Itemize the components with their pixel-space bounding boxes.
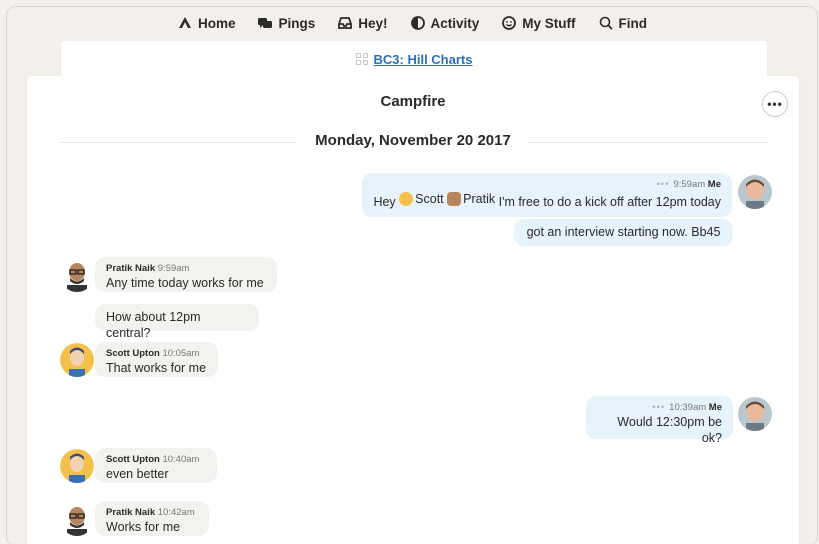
nav-home[interactable]: Home	[177, 15, 236, 31]
nav-find-label: Find	[618, 15, 648, 31]
message-time: 9:59am	[157, 263, 190, 274]
message-meta: Pratik Naik 10:42am	[106, 507, 198, 519]
campfire-card: Campfire ••• Monday, November 20 2017 ••…	[27, 76, 799, 544]
message-text-prefix: Hey	[373, 195, 396, 209]
mention-scott-label: Scott	[415, 192, 444, 206]
pings-icon	[258, 18, 273, 28]
message-text: That works for me	[106, 361, 207, 375]
me-avatar-icon	[738, 175, 772, 209]
nav-hey[interactable]: Hey!	[337, 15, 388, 31]
message-text: How about 12pm central?	[106, 310, 201, 340]
app-window: Home Pings Hey! Activity My Stuff Find B…	[6, 6, 818, 544]
search-icon	[599, 16, 613, 30]
message-mine: ••• 9:59am Me Hey Scott Pratik I'm free t…	[362, 173, 732, 217]
message-author: Me	[707, 179, 721, 190]
message-author[interactable]: Scott Upton	[106, 348, 160, 359]
top-navigation: Home Pings Hey! Activity My Stuff Find	[7, 7, 817, 39]
message-time: 10:40am	[162, 454, 200, 465]
date-label: Monday, November 20 2017	[297, 132, 529, 149]
message-time: 10:42am	[157, 507, 195, 518]
pratik-avatar-icon	[60, 502, 94, 536]
inbox-icon	[338, 17, 353, 29]
mention-pratik-label: Pratik	[463, 192, 496, 206]
message-time: 10:05am	[162, 348, 200, 359]
scott-avatar[interactable]	[60, 343, 94, 377]
message-theirs: Scott Upton 10:40am even better	[95, 448, 217, 483]
home-icon	[178, 17, 191, 28]
nav-hey-label: Hey!	[358, 15, 388, 31]
nav-my-stuff-label: My Stuff	[522, 15, 576, 31]
message-meta: Scott Upton 10:40am	[106, 454, 206, 466]
message-dots-icon[interactable]: •••	[652, 402, 665, 413]
pratik-avatar[interactable]	[60, 258, 94, 292]
nav-activity-label: Activity	[430, 15, 480, 31]
message-text: got an interview starting now. Bb45	[526, 225, 721, 239]
message-meta: ••• 10:39am Me	[597, 402, 722, 414]
me-avatar[interactable]	[738, 397, 772, 431]
message-text-suffix: I'm free to do a kick off after 12pm tod…	[498, 195, 721, 209]
page-title: Campfire	[380, 93, 446, 110]
message-author[interactable]: Scott Upton	[106, 454, 160, 465]
me-avatar[interactable]	[738, 175, 772, 209]
me-avatar-icon	[738, 397, 772, 431]
message-author: Me	[708, 402, 722, 413]
nav-pings-label: Pings	[278, 15, 316, 31]
message-meta: ••• 9:59am Me	[373, 179, 721, 191]
scott-avatar-icon	[399, 192, 414, 206]
message-dots-icon[interactable]: •••	[656, 179, 669, 190]
message-mine: got an interview starting now. Bb45	[514, 219, 733, 246]
activity-icon	[410, 16, 425, 30]
nav-activity[interactable]: Activity	[410, 15, 480, 31]
message-time: 9:59am	[673, 179, 706, 190]
message-text: even better	[106, 467, 169, 481]
message-theirs: Pratik Naik 9:59am Any time today works …	[95, 257, 277, 292]
more-options-button[interactable]: •••	[762, 91, 788, 117]
project-breadcrumb: BC3: Hill Charts	[61, 41, 767, 77]
message-author[interactable]: Pratik Naik	[106, 507, 155, 518]
pratik-avatar[interactable]	[60, 502, 94, 536]
message-text: Any time today works for me	[106, 276, 264, 290]
scott-avatar-icon	[60, 449, 94, 483]
message-meta: Scott Upton 10:05am	[106, 348, 207, 360]
nav-find[interactable]: Find	[598, 15, 648, 31]
pratik-avatar-icon	[447, 192, 462, 206]
scott-avatar[interactable]	[60, 449, 94, 483]
message-text: Hey Scott Pratik I'm free to do a kick o…	[373, 191, 721, 210]
message-theirs: How about 12pm central?	[95, 304, 259, 340]
message-text: Works for me	[106, 520, 181, 534]
scott-avatar-icon	[60, 343, 94, 377]
message-text: Would 12:30pm be ok?	[617, 415, 722, 445]
message-theirs: Pratik Naik 10:42am Works for me	[95, 501, 209, 536]
message-mine: ••• 10:39am Me Would 12:30pm be ok?	[586, 396, 733, 445]
message-theirs: Scott Upton 10:05am That works for me	[95, 342, 218, 377]
message-author[interactable]: Pratik Naik	[106, 263, 155, 274]
message-meta: Pratik Naik 9:59am	[106, 263, 266, 275]
mention-pratik[interactable]: Pratik	[447, 191, 495, 207]
project-link[interactable]: BC3: Hill Charts	[374, 52, 473, 67]
nav-home-label: Home	[197, 15, 236, 31]
nav-my-stuff[interactable]: My Stuff	[501, 15, 576, 31]
smiley-icon	[502, 16, 517, 30]
message-time: 10:39am	[669, 402, 707, 413]
mention-scott[interactable]: Scott	[399, 191, 444, 207]
pratik-avatar-icon	[60, 258, 94, 292]
project-grid-icon	[355, 53, 368, 65]
nav-pings[interactable]: Pings	[257, 15, 315, 31]
